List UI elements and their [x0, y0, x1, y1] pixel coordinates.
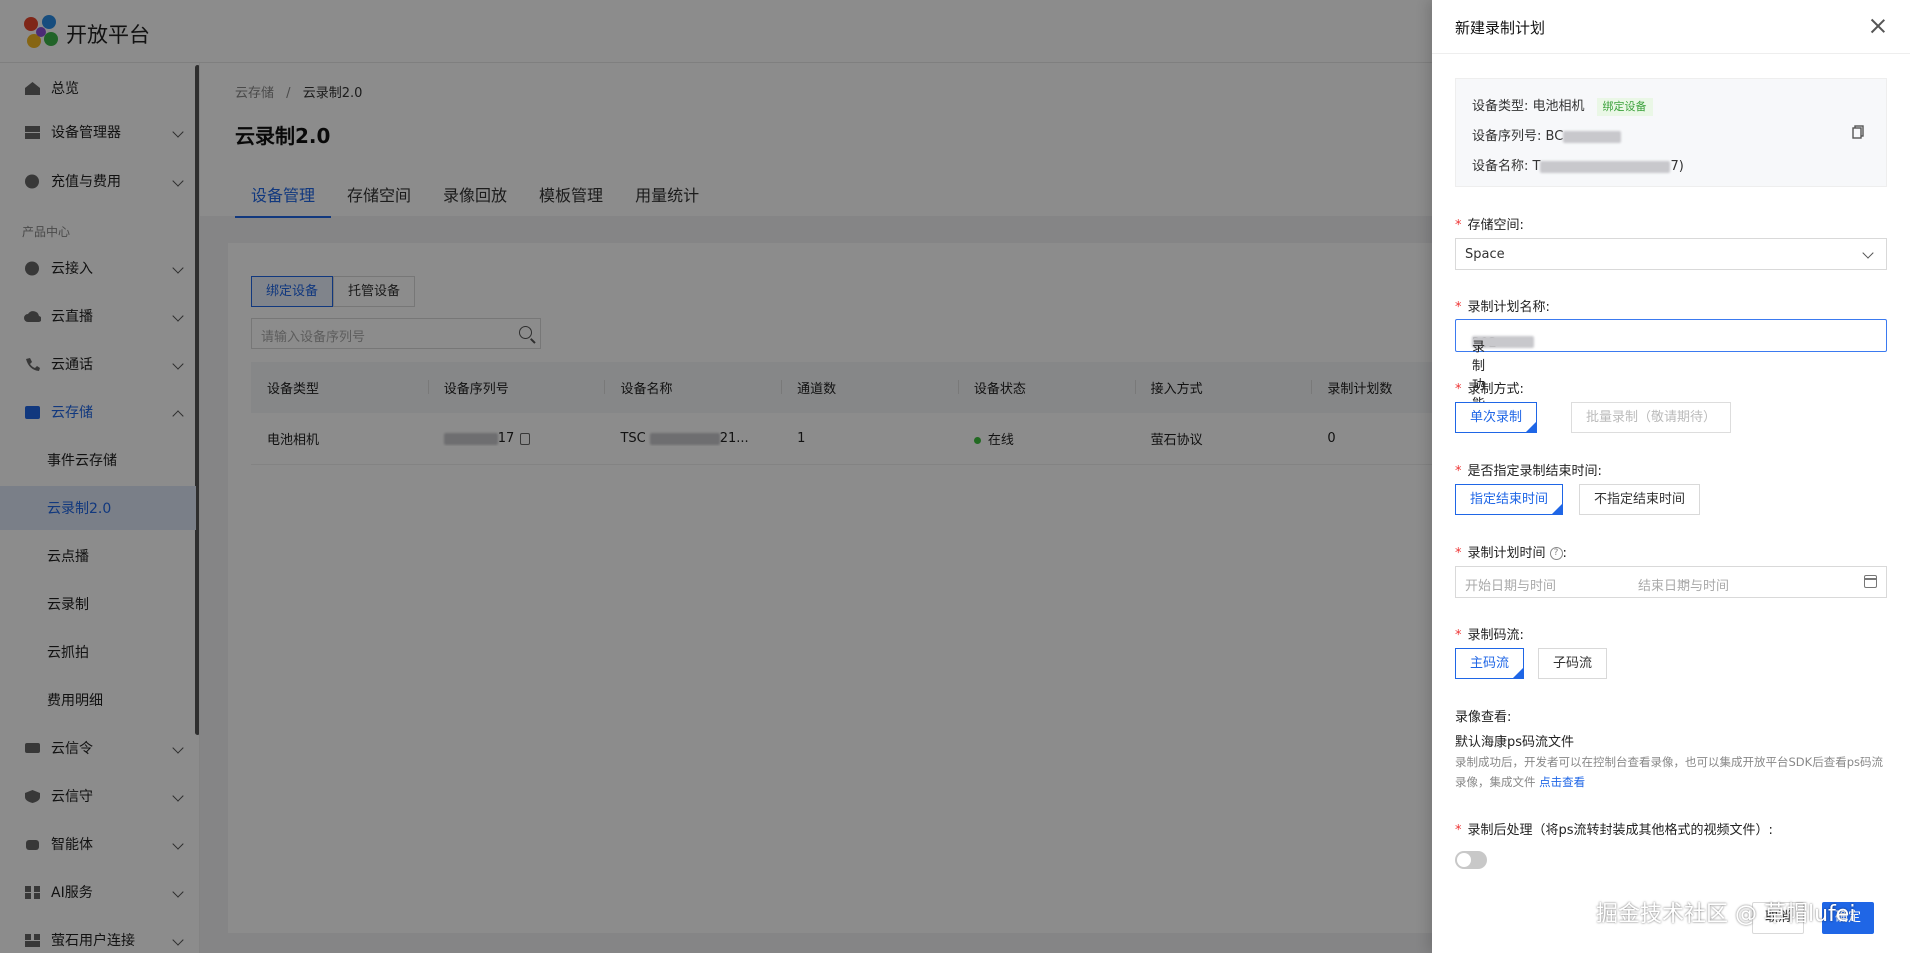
plan-name-label: * 录制计划名称:	[1455, 300, 1550, 315]
view-note: 录制成功后，开发者可以在控制台查看录像，也可以集成开放平台SDK后查看ps码流录…	[1455, 752, 1887, 792]
plan-time-range-picker[interactable]: 开始日期与时间 ~ 结束日期与时间	[1455, 566, 1887, 598]
note-text: 录制成功后，开发者可以在控制台查看录像，也可以集成开放平台SDK后查看ps码流录…	[1455, 755, 1883, 789]
calendar-icon[interactable]	[1864, 575, 1877, 588]
chevron-down-icon	[1862, 247, 1874, 259]
watermark-text: 掘金技术社区 @ 草帽lufei	[1596, 902, 1856, 927]
label-text: 录制方式:	[1467, 382, 1524, 397]
label-text: 录制码流:	[1467, 628, 1524, 643]
device-info-card: 设备类型: 电池相机 绑定设备 设备序列号: BC 设备名称: T 7)	[1455, 78, 1887, 187]
info-serial: 设备序列号: BC	[1472, 125, 1622, 144]
info-label: 设备类型:	[1472, 99, 1529, 114]
info-value: BC	[1545, 129, 1564, 144]
label-text: 是否指定录制结束时间:	[1467, 464, 1602, 479]
create-plan-drawer: 新建录制计划 设备类型: 电池相机 绑定设备 设备序列号: BC 设备名称: T 7…	[1432, 0, 1910, 953]
plan-name-input[interactable]: 202录制功能01	[1455, 319, 1887, 427]
view-docs-link[interactable]: 点击查看	[1539, 775, 1585, 789]
post-process-toggle[interactable]	[1455, 851, 1487, 869]
start-placeholder: 开始日期与时间	[1465, 579, 1557, 594]
view-label: 录像查看:	[1455, 710, 1512, 725]
option-specify-end[interactable]: 指定结束时间	[1455, 484, 1564, 515]
post-process-label: * 录制后处理（将ps流转封装成其他格式的视频文件）:	[1455, 823, 1773, 838]
help-icon[interactable]: ?	[1549, 547, 1563, 560]
info-value: 电池相机	[1532, 99, 1585, 114]
redacted-blur	[1563, 130, 1622, 143]
close-icon[interactable]	[1869, 17, 1887, 35]
modal-overlay[interactable]	[0, 0, 1432, 953]
end-time-label: * 是否指定录制结束时间:	[1455, 464, 1602, 479]
info-value-suffix: 7)	[1670, 159, 1684, 174]
label-text: 录制计划时间	[1467, 546, 1546, 561]
option-single-record[interactable]: 单次录制	[1455, 402, 1538, 433]
info-name: 设备名称: T 7)	[1472, 155, 1684, 174]
app-root: 开放平台 总览 设备管理器 充值与费用 产品中心 云接入 云直播 云通话 云存储…	[0, 0, 1910, 953]
info-label: 设备序列号:	[1472, 129, 1542, 144]
record-mode-label: * 录制方式:	[1455, 382, 1524, 397]
plan-time-label: * 录制计划时间?:	[1455, 546, 1567, 561]
option-batch-record: 批量录制（敬请期待）	[1571, 402, 1732, 433]
info-device-type: 设备类型: 电池相机 绑定设备	[1472, 95, 1653, 116]
option-sub-stream[interactable]: 子码流	[1538, 648, 1608, 679]
label-text: 存储空间:	[1467, 218, 1524, 233]
storage-select[interactable]: Space	[1455, 238, 1887, 270]
label-text: 录制后处理（将ps流转封装成其他格式的视频文件）:	[1467, 823, 1773, 838]
label-text: 录制计划名称:	[1467, 300, 1550, 315]
info-label: 设备名称:	[1472, 159, 1529, 174]
storage-label: * 存储空间:	[1455, 218, 1524, 233]
copy-icon[interactable]	[1852, 125, 1864, 139]
drawer-title: 新建录制计划	[1455, 19, 1546, 37]
info-value: T	[1532, 159, 1541, 174]
end-placeholder: 结束日期与时间	[1638, 579, 1730, 594]
bound-tag: 绑定设备	[1596, 98, 1653, 116]
stream-label: * 录制码流:	[1455, 628, 1524, 643]
option-main-stream[interactable]: 主码流	[1455, 648, 1525, 679]
redacted-blur	[1540, 160, 1671, 173]
select-value: Space	[1465, 247, 1505, 262]
view-value: 默认海康ps码流文件	[1455, 735, 1575, 750]
drawer-header: 新建录制计划	[1432, 0, 1910, 54]
option-no-end[interactable]: 不指定结束时间	[1579, 484, 1701, 515]
